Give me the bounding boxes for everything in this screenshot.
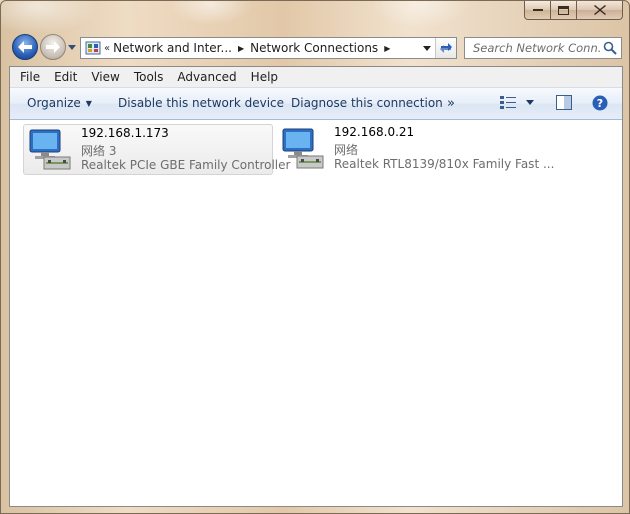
caption-buttons <box>524 1 623 20</box>
minimize-icon <box>532 9 543 11</box>
menu-tools[interactable]: Tools <box>127 67 171 87</box>
arrow-left-icon <box>18 41 32 53</box>
disable-device-button[interactable]: Disable this network device <box>118 88 284 119</box>
diagnose-connection-button[interactable]: Diagnose this connection <box>291 88 443 119</box>
search-box[interactable] <box>464 37 622 59</box>
chevron-down-icon <box>423 45 431 51</box>
view-list-icon <box>500 96 516 109</box>
address-bar[interactable]: « Network and Inter... ▶ Network Connect… <box>80 37 457 59</box>
connection-network: 网络 <box>334 143 359 157</box>
chevron-down-icon <box>526 100 534 105</box>
control-panel-icon <box>84 40 102 56</box>
navigation-row: « Network and Inter... ▶ Network Connect… <box>9 31 622 63</box>
breadcrumb-separator-icon[interactable]: ▶ <box>238 44 244 53</box>
connection-network: 网络 3 <box>81 144 117 158</box>
breadcrumb-item-network-internet[interactable]: Network and Inter... <box>113 41 232 55</box>
menu-help[interactable]: Help <box>244 67 285 87</box>
help-icon: ? <box>592 95 608 111</box>
arrow-right-icon <box>46 41 60 53</box>
breadcrumb-overflow[interactable]: « <box>104 43 110 54</box>
command-bar: Organize ▼ Disable this network device Di… <box>10 88 622 120</box>
search-icon[interactable] <box>603 41 617 55</box>
breadcrumb-item-network-connections[interactable]: Network Connections <box>250 41 378 55</box>
help-button[interactable]: ? <box>592 95 608 111</box>
search-input[interactable] <box>471 40 603 56</box>
refresh-icon <box>440 43 452 53</box>
connection-adapter: Realtek RTL8139/810x Family Fast ... <box>334 157 555 171</box>
more-commands-button[interactable]: » <box>447 88 455 119</box>
network-adapter-icon <box>282 128 324 169</box>
breadcrumb-separator-icon[interactable]: ▶ <box>384 44 390 53</box>
preview-pane-icon <box>556 95 572 110</box>
recent-pages-button[interactable] <box>68 43 76 51</box>
window-frame: « Network and Inter... ▶ Network Connect… <box>0 0 630 514</box>
network-adapter-icon <box>29 129 71 170</box>
preview-pane-button[interactable] <box>556 95 572 110</box>
refresh-button[interactable] <box>435 38 456 58</box>
forward-button[interactable] <box>40 34 66 60</box>
close-icon <box>593 5 606 15</box>
menu-view[interactable]: View <box>84 67 126 87</box>
connection-item-1[interactable]: 192.168.1.173 网络 3 Realtek PCIe GBE Fami… <box>23 124 290 175</box>
chevron-down-icon: ▼ <box>85 99 92 108</box>
menu-bar: File Edit View Tools Advanced Help <box>10 67 622 88</box>
back-button[interactable] <box>12 34 38 60</box>
connection-name: 192.168.1.173 <box>81 126 169 140</box>
address-dropdown-button[interactable] <box>418 38 436 58</box>
change-view-button[interactable] <box>500 95 518 109</box>
menu-file[interactable]: File <box>13 67 47 87</box>
menu-edit[interactable]: Edit <box>47 67 84 87</box>
connection-adapter: Realtek PCIe GBE Family Controller <box>81 158 291 172</box>
chevron-down-icon <box>68 44 76 50</box>
minimize-button[interactable] <box>524 1 551 20</box>
menu-advanced[interactable]: Advanced <box>170 67 243 87</box>
view-options-dropdown[interactable] <box>526 100 534 105</box>
organize-button[interactable]: Organize ▼ <box>27 88 92 119</box>
organize-label: Organize <box>27 96 81 110</box>
connection-name: 192.168.0.21 <box>334 125 415 139</box>
connection-item-2[interactable]: 192.168.0.21 网络 Realtek RTL8139/810x Fam… <box>277 124 554 175</box>
svg-text:?: ? <box>597 97 603 110</box>
close-button[interactable] <box>577 1 623 20</box>
maximize-icon <box>558 5 569 15</box>
maximize-button[interactable] <box>551 1 577 20</box>
